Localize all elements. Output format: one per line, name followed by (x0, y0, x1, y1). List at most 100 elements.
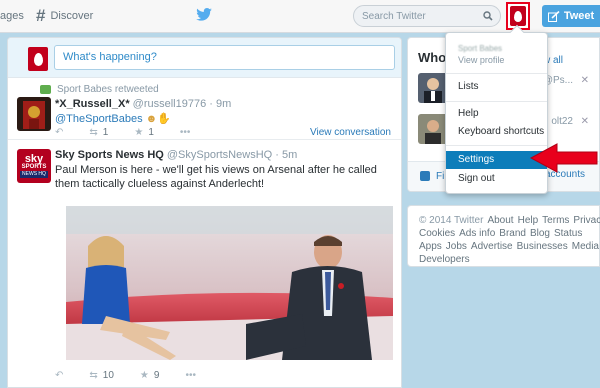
retweet-icon: ⇆ (89, 370, 98, 381)
copyright-text: © 2014 Twitter (419, 215, 484, 226)
tweet-timestamp[interactable]: · 5m (275, 149, 297, 161)
view-conversation-link[interactable]: View conversation (310, 127, 391, 138)
top-navigation-bar: ages # Discover Tweet (0, 0, 600, 33)
tweet-author-avatar[interactable]: sky SPORTS NEWS HQ (17, 149, 51, 183)
nav-discover-link[interactable]: # Discover (36, 7, 93, 25)
footer-link[interactable]: Advertise (471, 241, 513, 252)
tweet-text: Paul Merson is here - we'll get his view… (55, 164, 377, 190)
retweet-icon: ⇆ (89, 127, 98, 138)
footer-link[interactable]: Privacy (573, 215, 600, 226)
favorite-count: 1 (148, 127, 154, 138)
avatar (510, 6, 526, 26)
menu-divider (446, 73, 547, 74)
ellipsis-icon: ••• (179, 127, 191, 138)
retweeted-by-label: Sport Babes retweeted (57, 84, 159, 95)
footer-link[interactable]: Media (572, 241, 599, 252)
composer-avatar (28, 47, 48, 71)
tweet-header: Sky Sports News HQ @SkySportsNewsHQ · 5m (55, 149, 297, 161)
footer-link[interactable]: Jobs (446, 241, 467, 252)
reply-icon: ↶ (55, 370, 64, 381)
avatar-logo-text: sky (24, 153, 44, 165)
ellipsis-icon: ••• (185, 370, 196, 381)
mention-link[interactable]: @TheSportBabes (55, 113, 143, 125)
nav-discover-label: Discover (50, 10, 94, 22)
retweet-context: Sport Babes retweeted (40, 84, 159, 95)
favorite-button[interactable]: ★ 1 (134, 127, 154, 138)
compose-tweet-button[interactable]: Tweet (542, 5, 600, 27)
footer-link[interactable]: Ads info (459, 228, 495, 239)
home-timeline: What's happening? Sport Babes retweeted … (7, 37, 402, 388)
retweet-button[interactable]: ⇆ 1 (89, 127, 108, 138)
emoji-icon: ☻ (145, 113, 158, 125)
tweet-author-handle[interactable]: @russell19776 (133, 98, 207, 110)
tweet-author-avatar[interactable] (17, 97, 51, 131)
footer-link[interactable]: Status (554, 228, 582, 239)
retweet-context-icon (40, 85, 51, 94)
tweet-author-name[interactable]: Sky Sports News HQ (55, 149, 164, 161)
retweet-button[interactable]: ⇆ 10 (89, 370, 114, 381)
footer-link[interactable]: Terms (542, 215, 569, 226)
tweet-timestamp[interactable]: · 9m (209, 98, 231, 110)
footer-link[interactable]: About (487, 215, 513, 226)
suggested-user-handle[interactable]: olt22 (551, 116, 573, 127)
search-icon[interactable] (483, 11, 493, 24)
dismiss-icon[interactable]: ✕ (581, 75, 589, 86)
reply-button[interactable]: ↶ (55, 370, 63, 381)
dropdown-account-name[interactable]: Sport Babes (458, 44, 502, 53)
nav-pages-link[interactable]: ages (0, 10, 24, 22)
hand-emoji-icon: ✋ (157, 113, 171, 125)
site-footer: © 2014 TwitterAbout HelpTerms Privacy Cook… (407, 205, 600, 267)
tweet-header: *X_Russell_X* @russell19776 · 9m (55, 98, 231, 110)
tweet-button-label: Tweet (563, 10, 595, 22)
reply-icon: ↶ (55, 127, 64, 138)
menu-item-keyboard-shortcuts[interactable]: Keyboard shortcuts (446, 123, 547, 141)
compose-quill-icon (547, 10, 560, 22)
suggested-user-avatar[interactable] (418, 73, 448, 103)
retweet-count: 1 (102, 127, 109, 138)
menu-divider (446, 101, 547, 102)
more-actions-button[interactable]: ••• (185, 370, 196, 381)
dismiss-icon[interactable]: ✕ (581, 116, 589, 127)
search-box[interactable] (353, 5, 501, 27)
footer-link[interactable]: Brand (499, 228, 526, 239)
egg-avatar-icon (33, 52, 43, 66)
search-input[interactable] (354, 6, 474, 26)
star-icon: ★ (134, 127, 144, 138)
tweet-actions: ↶ ⇆ 1 ★ 1 ••• (55, 127, 216, 138)
tweet-author-handle[interactable]: @SkySportsNewsHQ (167, 149, 272, 161)
who-to-follow-title: Who (418, 50, 447, 65)
retweet-count: 10 (102, 370, 114, 381)
whats-happening-input[interactable]: What's happening? (54, 45, 395, 70)
footer-links: © 2014 TwitterAbout HelpTerms Privacy Cook… (419, 214, 600, 266)
tweet-item[interactable]: sky SPORTS NEWS HQ Sky Sports News HQ @S… (8, 140, 401, 387)
tweet-composer: What's happening? (8, 38, 401, 78)
reply-button[interactable]: ↶ (55, 127, 63, 138)
twitter-bird-icon[interactable] (196, 8, 212, 24)
tweet-text: @TheSportBabes ☻✋ (55, 112, 171, 126)
footer-link[interactable]: Developers (419, 254, 470, 265)
view-profile-link[interactable]: View profile (458, 55, 504, 65)
tweet-actions: ↶ ⇆ 10 ★ 9 ••• (55, 370, 222, 381)
more-actions-button[interactable]: ••• (180, 127, 191, 138)
menu-item-lists[interactable]: Lists (446, 78, 547, 96)
favorite-count: 9 (153, 370, 160, 381)
footer-link[interactable]: Businesses (517, 241, 568, 252)
avatar-logo-text: NEWS HQ (20, 171, 48, 178)
menu-item-help[interactable]: Help (446, 105, 547, 123)
footer-link[interactable]: Apps (419, 241, 442, 252)
footer-link[interactable]: Help (518, 215, 539, 226)
tweet-item[interactable]: Sport Babes retweeted *X_Russell_X* @rus… (8, 78, 401, 140)
footer-link[interactable]: Cookies (419, 228, 455, 239)
red-annotation-arrow-icon (529, 143, 598, 173)
avatar-logo-text: SPORTS (21, 164, 47, 170)
egg-avatar-icon (514, 10, 522, 22)
footer-link[interactable]: Blog (530, 228, 550, 239)
find-friends-icon (420, 171, 430, 181)
find-friends-label[interactable]: Fi (436, 171, 444, 182)
tweet-author-name[interactable]: *X_Russell_X* (55, 98, 130, 110)
star-icon: ★ (139, 370, 149, 381)
suggested-user-avatar[interactable] (418, 114, 448, 144)
favorite-button[interactable]: ★ 9 (140, 370, 160, 381)
tweet-media-image[interactable] (66, 206, 393, 360)
hashtag-icon: # (36, 6, 46, 25)
